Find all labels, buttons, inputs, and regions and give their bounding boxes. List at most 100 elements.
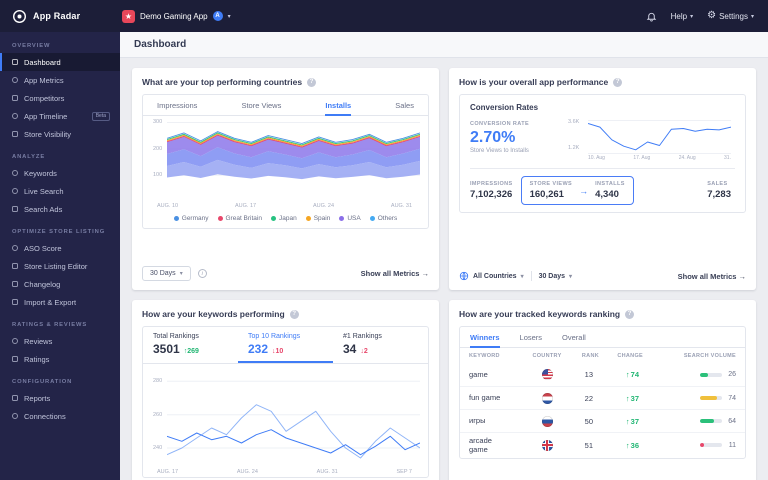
keyword-cell: fun game [469,393,501,403]
sidebar-item-search-ads[interactable]: Search Ads [0,200,120,218]
page-header: Dashboard [120,32,768,58]
card-title: How are your tracked keywords ranking [459,309,621,319]
y-axis-label: 3.6K [568,119,580,125]
tab-sales[interactable]: Sales [395,95,414,116]
sidebar-item-reports[interactable]: Reports [0,389,120,407]
sidebar-item-label: Search Ads [24,204,63,214]
flag-us-icon [541,369,553,380]
table-header: KEYWORD COUNTRY RANK CHANGE SEARCH VOLUM… [469,352,736,359]
help-icon[interactable]: ? [289,309,299,319]
tab-overall[interactable]: Overall [562,327,586,348]
legend-spain[interactable]: Spain [305,215,330,222]
show-all-metrics-link[interactable]: Show all Metrics → [678,272,746,281]
legend-others[interactable]: Others [369,215,397,222]
legend-dot [173,216,179,221]
search-volume-cell: 64 [643,418,736,425]
legend-dot [339,216,345,221]
legend-great-britain[interactable]: Great Britain [217,215,262,222]
stat-number1-rankings[interactable]: #1 Rankings 34 ↓2 [333,327,428,363]
conversion-rate-sub: Store Views to Installs [470,148,529,154]
country-filter[interactable]: All Countries ▾ [459,271,524,281]
conversion-panel: Conversion Rates CONVERSION RATE 2.70% S… [459,94,746,213]
keyword-cell: game [469,369,488,379]
legend-usa[interactable]: USA [339,215,361,222]
table-row[interactable]: game 13 ↑ 74 26 [460,363,745,386]
help-icon[interactable]: ? [625,309,635,319]
tab-impressions[interactable]: Impressions [157,95,197,116]
keywords-panel: Total Rankings 3501 ↑269 Top 10 Rankings… [142,326,429,478]
sidebar-item-app-timeline[interactable]: App Timeline Beta [0,107,120,125]
sidebar-item-aso-score[interactable]: ASO Score [0,239,120,257]
y-axis-label: 240 [153,445,163,451]
sidebar-item-import-export[interactable]: Import & Export [0,293,120,311]
volume-bar [700,396,722,400]
sidebar-item-store-visibility[interactable]: Store Visibility [0,125,120,143]
change-cell: ↑ 36 [625,440,639,450]
sidebar-item-reviews[interactable]: Reviews [0,332,120,350]
legend-dot [271,216,276,221]
up-arrow-icon: ↑ [625,440,630,450]
sidebar-item-store-listing-editor[interactable]: Store Listing Editor [0,257,120,275]
keywords-chart: 280 260 240 [143,364,428,468]
metrics-row: IMPRESSIONS 7,102,326 STORE VIEWS 160,26… [470,168,735,212]
sidebar-item-dashboard[interactable]: Dashboard [0,53,120,71]
sidebar-item-ratings[interactable]: Ratings [0,350,120,368]
sidebar-item-connections[interactable]: Connections [0,407,120,425]
keywords-performance-card: How are your keywords performing ? Total… [132,300,439,480]
settings-menu[interactable]: ⚙ Settings ▾ [707,11,754,21]
tab-installs[interactable]: Installs [325,95,352,116]
page-title: Dashboard [134,39,187,50]
arrow-right-icon: → [579,185,589,196]
sidebar-item-label: Ratings [24,354,50,364]
tab-losers[interactable]: Losers [520,327,543,348]
sidebar-item-label: Dashboard [24,57,61,67]
sidebar-item-changelog[interactable]: Changelog [0,275,120,293]
sidebar: OVERVIEW Dashboard App Metrics Competito… [0,32,120,480]
volume-bar [700,372,722,377]
app-radar-logo-icon [12,9,27,23]
countries-chart: 300 200 100 [143,116,428,202]
period-selector[interactable]: 30 Days ▾ [142,266,191,281]
bell-icon [646,12,656,22]
table-row[interactable]: fun game 22 ↑ 37 74 [460,386,745,409]
period-selector[interactable]: 30 Days ▾ [539,273,572,280]
conversion-rate-block: CONVERSION RATE 2.70% Store Views to Ins… [470,118,566,154]
legend-japan[interactable]: Japan [271,215,297,222]
card-title: What are your top performing countries [142,77,303,87]
stat-top10-rankings[interactable]: Top 10 Rankings 232 ↓10 [238,327,333,363]
sidebar-item-app-metrics[interactable]: App Metrics [0,71,120,89]
search-volume-cell: 11 [643,442,736,449]
notifications-button[interactable] [646,11,657,22]
divider [530,271,532,281]
table-row[interactable]: arcade game 51 ↑ 36 11 [460,432,745,458]
help-icon[interactable]: ? [613,77,623,87]
tab-winners[interactable]: Winners [470,327,500,348]
y-axis-label: 280 [153,378,163,384]
sales-metric: SALES 7,283 [707,181,731,200]
tab-store-views[interactable]: Store Views [241,95,281,116]
sidebar-item-live-search[interactable]: Live Search [0,182,120,200]
store-visibility-icon [12,131,18,137]
info-icon[interactable]: i [197,269,207,278]
stat-total-rankings[interactable]: Total Rankings 3501 ↑269 [143,327,238,363]
show-all-metrics-link[interactable]: Show all Metrics → [361,269,429,278]
up-arrow-icon: ↑ [625,370,630,379]
help-menu[interactable]: Help ▾ [671,12,693,21]
sidebar-item-competitors[interactable]: Competitors [0,89,120,107]
help-icon[interactable]: ? [307,77,317,87]
sidebar-item-keywords[interactable]: Keywords [0,164,120,182]
competitors-icon [12,95,18,101]
app-selector[interactable]: ★ Demo Gaming App A ▾ [122,9,231,23]
legend-germany[interactable]: Germany [173,215,209,222]
y-axis-label: 200 [153,146,163,152]
nav-section-overview: OVERVIEW [12,43,51,49]
brand[interactable]: App Radar [0,9,122,24]
dashboard-icon [12,59,18,65]
sidebar-item-label: Live Search [24,186,64,196]
conversion-metrics-box[interactable]: STORE VIEWS 160,261 → INSTALLS 4,340 [520,176,634,205]
table-row[interactable]: игры 50 ↑ 37 64 [460,409,745,432]
main-area: Dashboard What are your top performing c… [120,32,768,480]
impressions-metric: IMPRESSIONS 7,102,326 [470,181,513,200]
flag-gb-icon [541,439,553,451]
sidebar-item-label: Keywords [24,168,57,178]
